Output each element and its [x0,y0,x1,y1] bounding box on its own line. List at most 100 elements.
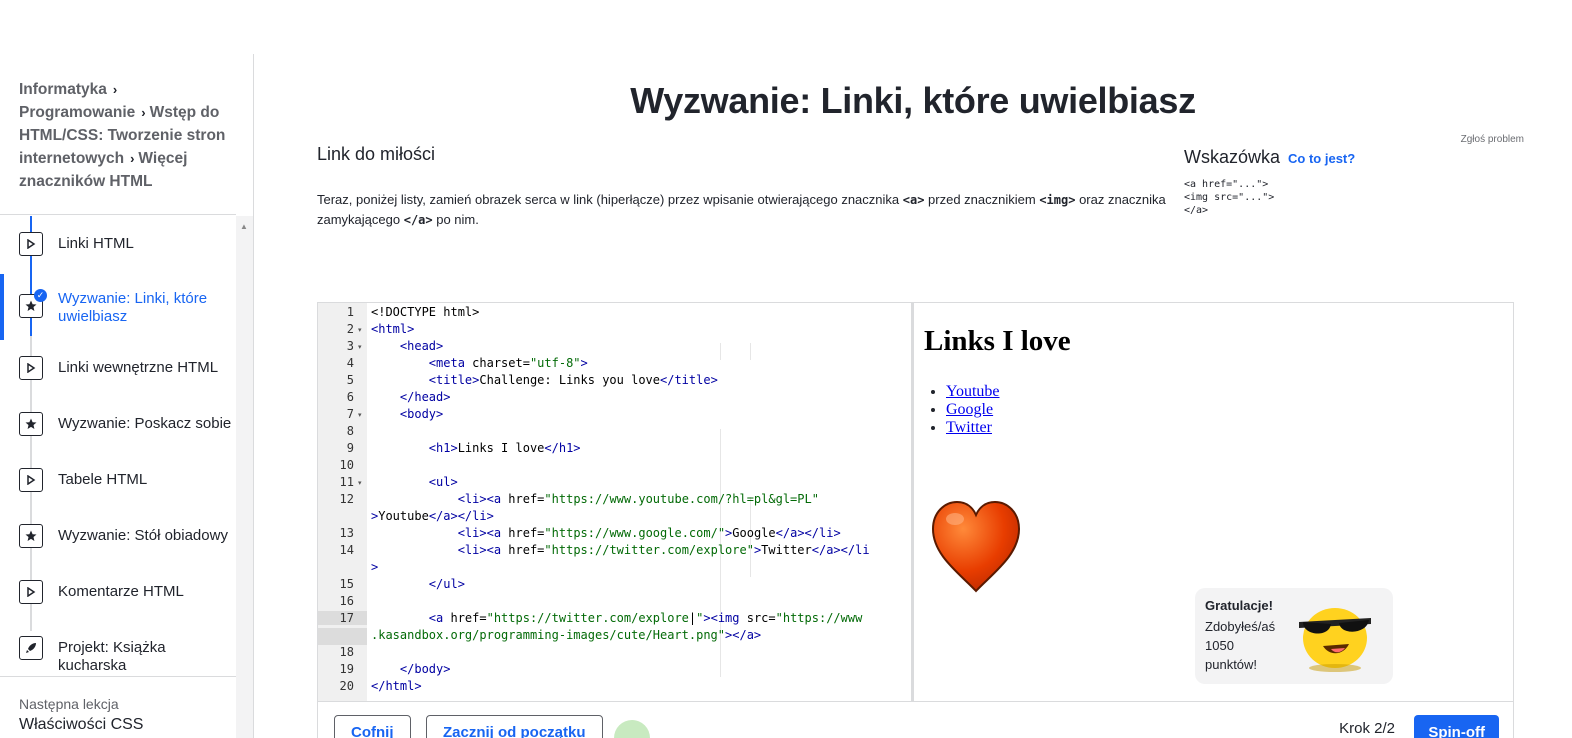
sidebar-item-label: Tabele HTML [58,471,148,488]
line-number: 12 [339,492,354,506]
instructions-text: po nim. [432,212,479,227]
code-line: .kasandbox.org/programming-images/cute/H… [371,628,762,642]
chevron-right-icon: › [112,82,118,97]
line-number: 7 [346,407,354,421]
sidebar-item-label: Wyzwanie: Linki, które uwielbiasz [58,290,208,325]
hint-title: Wskazówka [1184,147,1281,167]
scroll-up-icon[interactable]: ▲ [240,222,248,231]
code-line: <li><a href="https://twitter.com/explore… [457,543,870,557]
fold-toggle-icon[interactable]: ▾ [358,326,362,334]
sidebar: Informatyka › Programowanie › Wstęp do HTML… [0,54,254,738]
hint-help-link[interactable]: Co to jest? [1288,151,1355,166]
challenge-title: Link do miłości [317,144,436,164]
fold-toggle-icon[interactable]: ▾ [358,411,362,419]
instructions-text: przed znacznikiem [924,192,1040,207]
inline-code: <a> [902,193,925,207]
next-lesson-label: Następna lekcja [19,696,119,712]
code-line: </body> [399,662,451,676]
star-icon [19,412,43,436]
sidebar-item-label: Wyzwanie: Stół obiadowy [58,527,228,544]
heart-image[interactable] [929,499,1023,595]
points-toast: Gratulacje! Zdobyłeś/aś 1050 punktów! [1195,588,1393,684]
spinoff-button[interactable]: Spin-off [1414,715,1499,738]
line-number: 5 [346,373,354,387]
line-number: 9 [346,441,354,455]
code-line: <li><a href="https://www.google.com/">Go… [457,526,841,540]
code-line: <li><a href="https://www.youtube.com/?hl… [457,492,819,506]
line-number: 15 [339,577,354,591]
star-icon [19,524,43,548]
code-line: <ul> [428,475,458,489]
code-line: <html> [371,322,415,336]
indent-guide [720,343,721,360]
code-line: <meta charset="utf-8"> [428,356,588,370]
step-indicator: Krok 2/2 [1339,720,1395,737]
code-line: </head> [399,390,451,404]
chevron-right-icon: › [130,151,135,166]
sidebar-item-label: Linki wewnętrzne HTML [58,359,219,376]
line-number: 6 [346,390,354,404]
code-editor[interactable]: 1 2 ▾ 3 ▾ 4 5 6 7 ▾ 8 9 10 11 ▾ 12 13 14 15 16 17 18 19 20 <!DO… [318,303,914,701]
inline-code: </a> [403,213,433,227]
toast-title: Gratulacje! [1205,598,1273,613]
line-number-wrap [318,628,367,645]
code-line: >Youtube</a></li> [371,509,494,523]
preview-link-youtube[interactable]: Youtube [946,383,1000,400]
breadcrumb-item-informatyka[interactable]: Informatyka [19,81,107,98]
main-content: Wyzwanie: Linki, które uwielbiasz Zgłoś … [254,0,1572,738]
undo-button[interactable]: Cofnij [334,715,411,738]
check-icon: ✓ [34,289,47,302]
avatar [614,720,650,738]
mascot-sunglasses-icon [1299,608,1371,672]
line-number: 3 [346,339,354,353]
output-preview: Links I love Youtube Google Twitter Grat… [917,303,1513,701]
line-number: 13 [339,526,354,540]
page-title: Wyzwanie: Linki, które uwielbiasz [630,80,1196,121]
app-window: Informatyka › Programowanie › Wstęp do HTML… [0,0,1572,738]
line-number: 4 [346,356,354,370]
line-number: 1 [346,305,354,319]
breadcrumb: Informatyka › Programowanie › Wstęp do HTML… [19,78,234,193]
active-indicator [0,274,4,340]
footer-toolbar: Cofnij Zacznij od początku Krok 2/2 Spin… [317,702,1514,738]
code-line: </ul> [428,577,465,591]
next-lesson-title[interactable]: Właściwości CSS [19,716,143,734]
preview-link-google[interactable]: Google [946,401,993,418]
line-number: 14 [339,543,354,557]
line-number: 19 [339,662,354,676]
line-number: 10 [339,458,354,472]
fold-toggle-icon[interactable]: ▾ [358,343,362,351]
code-line: <title>Challenge: Links you love</title> [428,373,718,387]
play-icon [19,468,43,492]
list-item: Google [946,401,1000,419]
restart-button[interactable]: Zacznij od początku [426,715,603,738]
lesson-list: Linki HTML ✓ Wyzwanie: Linki, które uwie… [0,216,236,676]
line-number: 20 [339,679,354,693]
play-icon [19,232,43,256]
sidebar-item-label: Projekt: Książka kucharska [58,639,166,674]
preview-link-list: Youtube Google Twitter [946,383,1000,437]
chevron-right-icon: › [141,105,146,120]
play-icon [19,356,43,380]
inline-code: <img> [1039,193,1076,207]
toast-message: Zdobyłeś/aś 1050 punktów! [1205,619,1276,672]
code-workspace: 1 2 ▾ 3 ▾ 4 5 6 7 ▾ 8 9 10 11 ▾ 12 13 14 15 16 17 18 19 20 <!DO… [317,302,1514,702]
indent-guide [750,343,751,360]
hint-code: <a href="..."> <img src="..."> </a> [1184,179,1275,216]
list-item: Twitter [946,419,1000,437]
breadcrumb-item-programowanie[interactable]: Programowanie [19,104,135,121]
code-line: </html> [371,679,422,693]
fold-toggle-icon[interactable]: ▾ [358,479,362,487]
hint-panel: Wskazówka Co to jest? <a href="..."> <img… [1184,147,1484,217]
sidebar-item-label: Linki HTML [58,235,134,252]
divider [0,214,236,215]
play-icon [19,580,43,604]
sidebar-scrollbar[interactable]: ▲ [236,216,253,738]
list-item: Youtube [946,383,1000,401]
next-lesson[interactable]: Następna lekcja Właściwości CSS [19,696,143,734]
line-number: 8 [346,424,354,438]
report-problem-link[interactable]: Zgłoś problem [1461,134,1524,145]
preview-heading: Links I love [924,325,1071,357]
code-line: <body> [399,407,444,421]
preview-link-twitter[interactable]: Twitter [946,419,992,436]
